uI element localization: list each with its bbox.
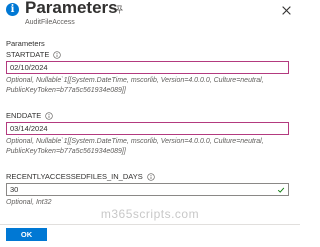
section-label: Parameters — [6, 39, 45, 48]
info-icon: i — [6, 3, 19, 16]
checkmark-icon — [277, 187, 285, 193]
footer-divider — [0, 224, 300, 225]
startdate-input[interactable]: 02/10/2024 — [6, 61, 289, 74]
help-icon[interactable] — [147, 172, 155, 181]
page-title: Parameters — [25, 0, 118, 17]
page-subtitle: AuditFileAccess — [25, 19, 75, 26]
help-icon[interactable] — [45, 111, 53, 120]
enddate-label-text: ENDDATE — [6, 111, 42, 120]
startdate-label-text: STARTDATE — [6, 50, 50, 59]
help-icon[interactable] — [53, 50, 62, 59]
recentlyaccessedfiles-label: RECENTLYACCESSEDFILES_IN_DAYS — [6, 172, 155, 181]
startdate-label: STARTDATE — [6, 50, 62, 59]
recentlyaccessedfiles-value: 30 — [10, 185, 19, 194]
enddate-label: ENDDATE — [6, 111, 53, 120]
recentlyaccessedfiles-input[interactable]: 30 — [6, 183, 289, 196]
enddate-input[interactable]: 03/14/2024 — [6, 122, 289, 135]
watermark: m365scripts.com — [100, 207, 200, 221]
close-icon[interactable] — [281, 5, 292, 16]
enddate-description: Optional, Nullable`1[[System.DateTime, m… — [6, 138, 264, 155]
startdate-description: Optional, Nullable`1[[System.DateTime, m… — [6, 77, 264, 94]
ok-button[interactable]: OK — [6, 228, 47, 241]
pin-icon[interactable] — [115, 5, 124, 14]
blade-header: i Parameters AuditFileAccess — [0, 0, 300, 36]
recentlyaccessedfiles-label-text: RECENTLYACCESSEDFILES_IN_DAYS — [6, 172, 143, 181]
